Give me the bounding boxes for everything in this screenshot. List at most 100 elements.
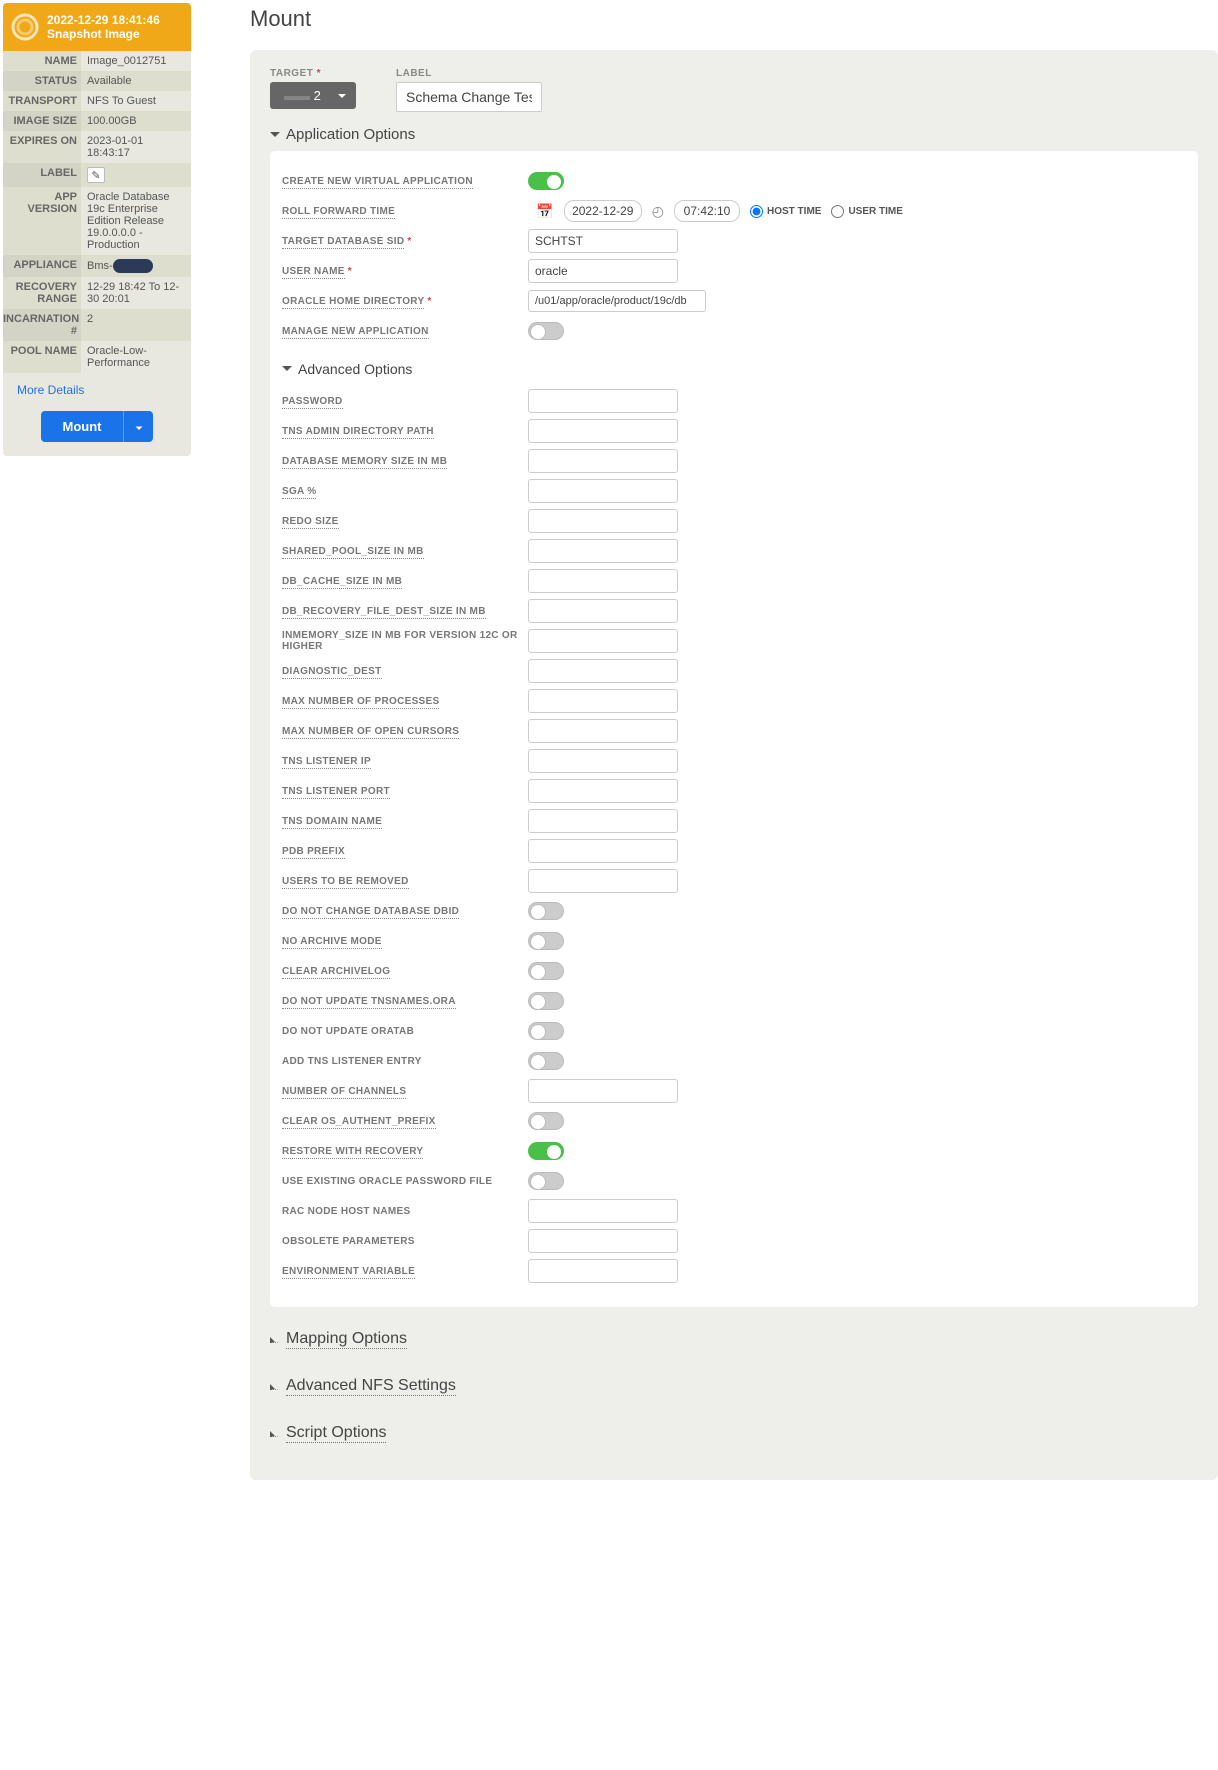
sid-input[interactable] xyxy=(528,229,678,253)
field-row: NUMBER OF CHANNELS xyxy=(282,1077,1186,1105)
ohome-input[interactable] xyxy=(528,290,706,312)
tnsport-input[interactable] xyxy=(528,779,678,803)
tnsip-input[interactable] xyxy=(528,749,678,773)
user-time-radio[interactable]: USER TIME xyxy=(831,205,902,218)
redo-input[interactable] xyxy=(528,509,678,533)
field-label: TNS ADMIN DIRECTORY PATH xyxy=(282,426,518,437)
users_rm-input[interactable] xyxy=(528,869,678,893)
pdb-input[interactable] xyxy=(528,839,678,863)
collapsed-section[interactable]: Mapping Options xyxy=(270,1325,1198,1354)
clock-icon: ◴ xyxy=(652,203,664,220)
sidebar-row-key: STATUS xyxy=(3,71,81,91)
sga-input[interactable] xyxy=(528,479,678,503)
snapshot-subtitle: Snapshot Image xyxy=(47,27,160,41)
nchan-input[interactable] xyxy=(528,1079,678,1103)
clearos-toggle[interactable] xyxy=(528,1112,564,1130)
rac-input[interactable] xyxy=(528,1199,678,1223)
collapsed-section[interactable]: Script Options xyxy=(270,1419,1198,1448)
usepwd-toggle[interactable] xyxy=(528,1172,564,1190)
nodbid-toggle[interactable] xyxy=(528,902,564,920)
date-input[interactable] xyxy=(564,200,642,222)
field-label: USERS TO BE REMOVED xyxy=(282,876,518,887)
target-label: TARGET * xyxy=(270,68,356,79)
shared_pool-input[interactable] xyxy=(528,539,678,563)
sidebar-row: POOL NAMEOracle-Low-Performance xyxy=(3,341,191,373)
field-label: DIAGNOSTIC_DEST xyxy=(282,666,518,677)
field-row: ADD TNS LISTENER ENTRY xyxy=(282,1047,1186,1075)
sidebar-row-key: IMAGE SIZE xyxy=(3,111,81,131)
field-row: OBSOLETE PARAMETERS xyxy=(282,1227,1186,1255)
ohome-label: ORACLE HOME DIRECTORY xyxy=(282,296,424,309)
field-label: OBSOLETE PARAMETERS xyxy=(282,1236,518,1247)
sidebar-row-key: LABEL xyxy=(3,163,81,187)
host-time-radio[interactable]: HOST TIME xyxy=(750,205,821,218)
sid-label: TARGET DATABASE SID xyxy=(282,236,404,249)
sidebar-row-value: 2 xyxy=(81,309,191,341)
inmem-input[interactable] xyxy=(528,629,678,653)
advanced-options-header[interactable]: Advanced Options xyxy=(282,361,1186,377)
addtns-toggle[interactable] xyxy=(528,1052,564,1070)
noarch-toggle[interactable] xyxy=(528,932,564,950)
cleararch-toggle[interactable] xyxy=(528,962,564,980)
field-row: USERS TO BE REMOVED xyxy=(282,867,1186,895)
pwd-input[interactable] xyxy=(528,389,678,413)
appliance-redacted xyxy=(113,259,153,273)
field-row: NO ARCHIVE MODE xyxy=(282,927,1186,955)
dbrec-input[interactable] xyxy=(528,599,678,623)
application-options-header[interactable]: Application Options xyxy=(270,126,1198,143)
maxproc-input[interactable] xyxy=(528,689,678,713)
field-row: ENVIRONMENT VARIABLE xyxy=(282,1257,1186,1285)
sidebar-row: TRANSPORTNFS To Guest xyxy=(3,91,191,111)
manage-toggle[interactable] xyxy=(528,322,564,340)
nooratab-toggle[interactable] xyxy=(528,1022,564,1040)
sidebar-row-value: NFS To Guest xyxy=(81,91,191,111)
time-input[interactable] xyxy=(674,200,740,222)
diag-input[interactable] xyxy=(528,659,678,683)
field-row: RESTORE WITH RECOVERY xyxy=(282,1137,1186,1165)
field-label: DATABASE MEMORY SIZE IN MB xyxy=(282,456,518,467)
field-label: RESTORE WITH RECOVERY xyxy=(282,1146,518,1157)
field-row: TNS ADMIN DIRECTORY PATH xyxy=(282,417,1186,445)
obs-input[interactable] xyxy=(528,1229,678,1253)
field-label: ADD TNS LISTENER ENTRY xyxy=(282,1056,518,1067)
target-select[interactable]: ▬▬ 2 xyxy=(270,82,356,109)
field-label: DB_CACHE_SIZE IN MB xyxy=(282,576,518,587)
field-row: TNS LISTENER PORT xyxy=(282,777,1186,805)
create-vapp-label: CREATE NEW VIRTUAL APPLICATION xyxy=(282,176,473,189)
mount-dropdown-button[interactable] xyxy=(123,411,153,442)
field-row: DO NOT UPDATE ORATAB xyxy=(282,1017,1186,1045)
field-label: TNS LISTENER PORT xyxy=(282,786,518,797)
field-label: DB_RECOVERY_FILE_DEST_SIZE IN MB xyxy=(282,606,518,617)
tns_admin-input[interactable] xyxy=(528,419,678,443)
user-input[interactable] xyxy=(528,259,678,283)
field-label: SGA % xyxy=(282,486,518,497)
sidebar-row: EXPIRES ON2023-01-01 18:43:17 xyxy=(3,131,191,163)
mount-button[interactable]: Mount xyxy=(41,411,124,442)
sidebar-row-value: Oracle Database 19c Enterprise Edition R… xyxy=(81,187,191,255)
field-row: INMEMORY_SIZE IN MB FOR VERSION 12C OR H… xyxy=(282,627,1186,655)
maxcur-input[interactable] xyxy=(528,719,678,743)
manage-label: MANAGE NEW APPLICATION xyxy=(282,326,429,339)
sidebar-row-key: TRANSPORT xyxy=(3,91,81,111)
dbcache-input[interactable] xyxy=(528,569,678,593)
tnsdom-input[interactable] xyxy=(528,809,678,833)
label-label: LABEL xyxy=(396,68,542,79)
edit-label-button[interactable]: ✎ xyxy=(87,167,105,183)
sidebar-row: IMAGE SIZE100.00GB xyxy=(3,111,191,131)
dbmem-input[interactable] xyxy=(528,449,678,473)
field-label: INMEMORY_SIZE IN MB FOR VERSION 12C OR H… xyxy=(282,630,518,652)
label-input[interactable] xyxy=(396,82,542,112)
more-details-link[interactable]: More Details xyxy=(3,373,191,407)
field-label: PDB PREFIX xyxy=(282,846,518,857)
collapsed-section[interactable]: Advanced NFS Settings xyxy=(270,1372,1198,1401)
field-row: TNS DOMAIN NAME xyxy=(282,807,1186,835)
page-title: Mount xyxy=(250,6,1218,32)
create-vapp-toggle[interactable] xyxy=(528,172,564,190)
env-input[interactable] xyxy=(528,1259,678,1283)
field-row: MAX NUMBER OF OPEN CURSORS xyxy=(282,717,1186,745)
sidebar-row: STATUSAvailable xyxy=(3,71,191,91)
notns-toggle[interactable] xyxy=(528,992,564,1010)
field-label: RAC NODE HOST NAMES xyxy=(282,1206,518,1217)
restore-toggle[interactable] xyxy=(528,1142,564,1160)
sidebar-row: APPLIANCEBms- xyxy=(3,255,191,277)
